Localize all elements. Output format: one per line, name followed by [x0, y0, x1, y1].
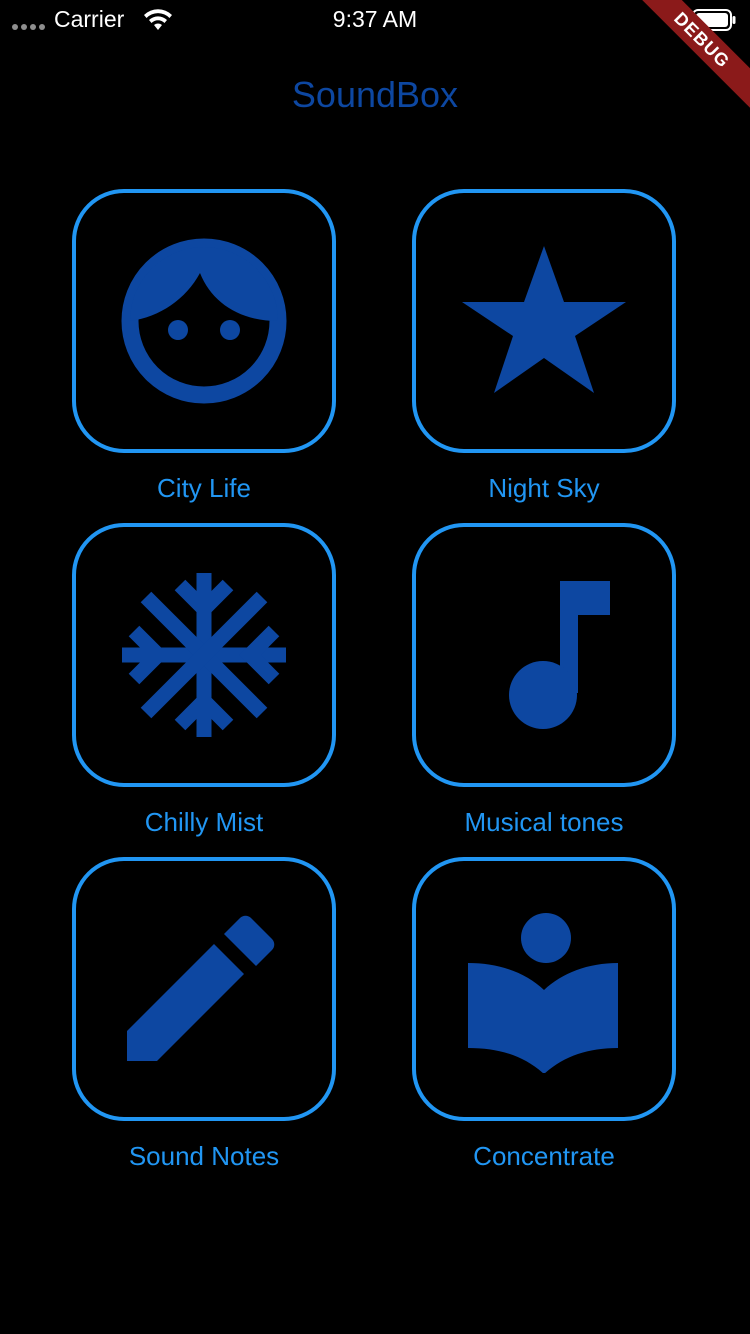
tile-city-life[interactable]: City Life — [72, 189, 336, 504]
tile-label: Sound Notes — [128, 1141, 280, 1171]
tile-concentrate[interactable]: Concentrate — [412, 857, 676, 1172]
pencil-icon — [120, 905, 288, 1073]
tile-label: Musical tones — [464, 807, 624, 837]
tile-button[interactable] — [72, 857, 336, 1121]
tile-button[interactable] — [72, 189, 336, 453]
tile-label: Chilly Mist — [144, 807, 264, 837]
tile-label: Concentrate — [473, 1141, 615, 1171]
star-icon — [460, 237, 628, 405]
status-bar: Carrier 9:37 AM — [0, 0, 750, 40]
face-icon — [120, 237, 288, 405]
tile-label: City Life — [157, 473, 251, 503]
tile-label: Night Sky — [488, 473, 600, 503]
tile-chilly-mist[interactable]: Chilly Mist — [72, 523, 336, 838]
tile-button[interactable] — [72, 523, 336, 787]
tile-musical-tones[interactable]: Musical tones — [412, 523, 676, 838]
tile-button[interactable] — [412, 857, 676, 1121]
status-time: 9:37 AM — [332, 6, 418, 32]
snowflake-icon — [120, 571, 288, 739]
tile-sound-notes[interactable]: Sound Notes — [72, 857, 336, 1172]
music-note-icon — [460, 571, 628, 739]
page-title: SoundBox — [291, 74, 459, 115]
tile-button[interactable] — [412, 189, 676, 453]
tile-night-sky[interactable]: Night Sky — [412, 189, 676, 504]
reading-book-icon — [460, 905, 628, 1073]
tile-button[interactable] — [412, 523, 676, 787]
